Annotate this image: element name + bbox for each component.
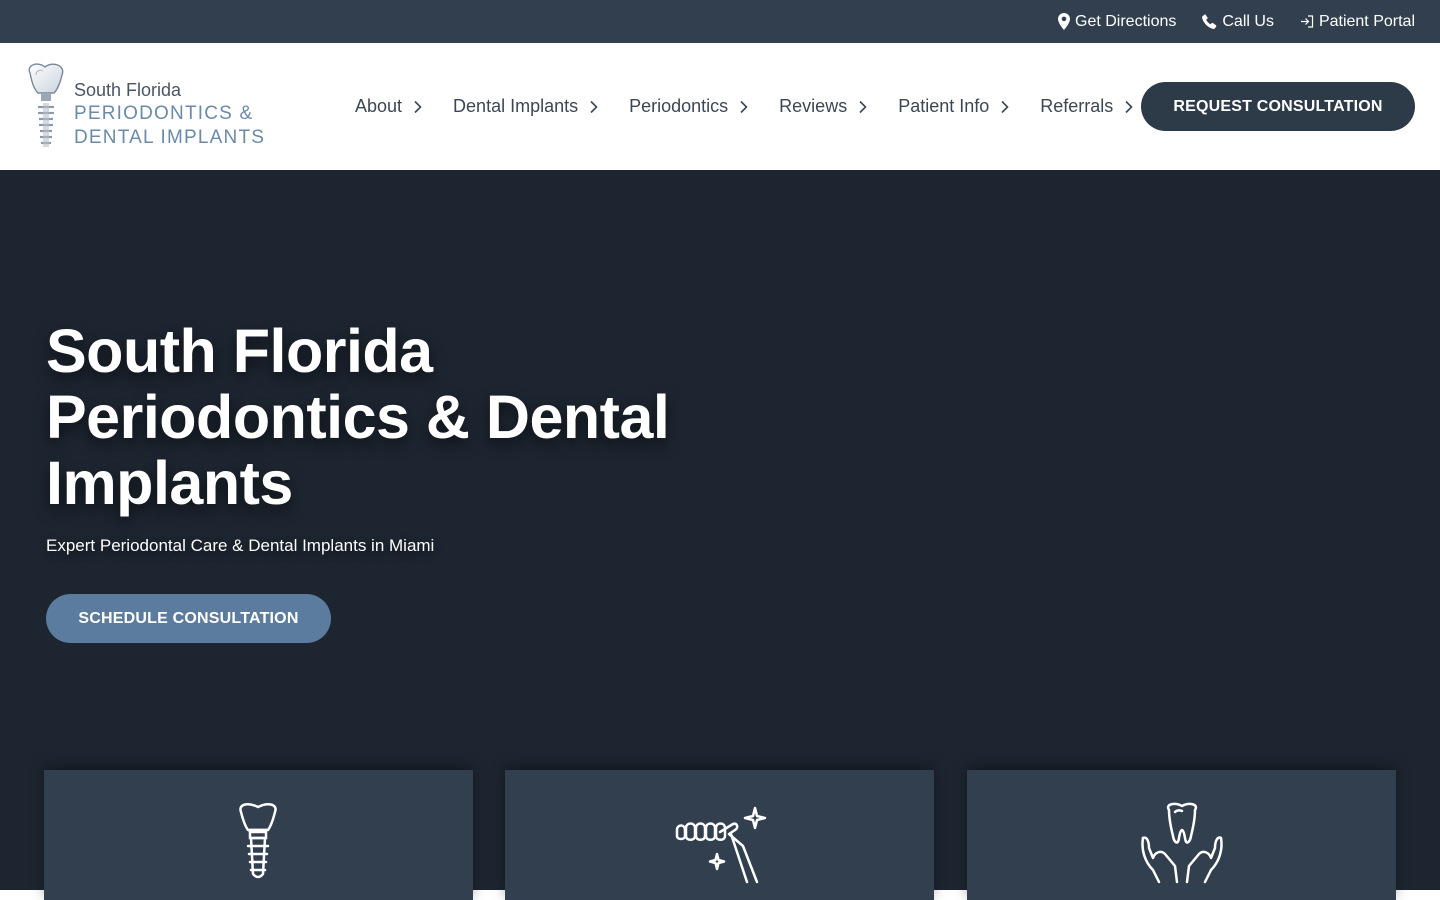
nav-item-label: Periodontics	[629, 96, 729, 116]
call-us-label: Call Us	[1222, 12, 1274, 30]
logo-line-3: DENTAL IMPLANTS	[74, 127, 266, 148]
chevron-right-icon	[590, 100, 598, 113]
dental-implant-logo-icon	[24, 63, 68, 151]
call-us-link[interactable]: Call Us	[1202, 13, 1274, 31]
top-utility-bar: Get Directions Call Us Patient Portal	[0, 0, 1440, 43]
nav-item-label: Reviews	[779, 96, 848, 116]
site-logo[interactable]: South Florida PERIODONTICS & DENTAL IMPL…	[24, 63, 274, 153]
get-directions-label: Get Directions	[1075, 12, 1177, 30]
hands-tooth-care-icon	[1141, 802, 1223, 884]
nav-item-reviews[interactable]: Reviews	[779, 96, 868, 117]
main-nav: About Dental Implants Periodontics Revie…	[355, 43, 1164, 170]
hero-subtitle: Expert Periodontal Care & Dental Implant…	[46, 536, 435, 555]
chevron-right-icon	[414, 100, 422, 113]
nav-item-dental-implants[interactable]: Dental Implants	[453, 96, 599, 117]
map-pin-icon	[1058, 13, 1070, 30]
patient-portal-link[interactable]: Patient Portal	[1300, 13, 1415, 31]
nav-item-label: Referrals	[1040, 96, 1114, 116]
schedule-consultation-button[interactable]: SCHEDULE CONSULTATION	[46, 594, 331, 643]
nav-item-referrals[interactable]: Referrals	[1040, 96, 1134, 117]
nav-item-label: Dental Implants	[453, 96, 579, 116]
chevron-right-icon	[1125, 100, 1133, 113]
top-links: Get Directions Call Us Patient Portal	[1058, 0, 1415, 43]
chevron-right-icon	[740, 100, 748, 113]
patient-portal-label: Patient Portal	[1318, 12, 1415, 30]
service-card-cleaning[interactable]	[505, 770, 934, 900]
site-header: South Florida PERIODONTICS & DENTAL IMPL…	[0, 43, 1440, 170]
service-card-implants[interactable]	[44, 770, 473, 900]
chevron-right-icon	[859, 100, 867, 113]
request-consultation-button[interactable]: REQUEST CONSULTATION	[1141, 82, 1415, 131]
nav-item-periodontics[interactable]: Periodontics	[629, 96, 749, 117]
logo-text: South Florida PERIODONTICS & DENTAL IMPL…	[74, 79, 265, 153]
dental-implant-icon	[239, 803, 277, 879]
nav-item-about[interactable]: About	[355, 96, 423, 117]
logo-line-2: PERIODONTICS &	[74, 103, 254, 124]
hero-title: South Florida Periodontics & Dental Impl…	[46, 317, 670, 517]
nav-item-label: About	[355, 96, 403, 116]
logo-line-1: South Florida	[74, 80, 182, 100]
sign-in-icon	[1300, 15, 1314, 28]
teeth-cleaning-icon	[675, 806, 767, 884]
get-directions-link[interactable]: Get Directions	[1058, 13, 1176, 31]
chevron-right-icon	[1001, 100, 1009, 113]
phone-icon	[1202, 14, 1217, 29]
service-card-gum-care[interactable]	[967, 770, 1396, 900]
nav-item-patient-info[interactable]: Patient Info	[898, 96, 1010, 117]
nav-item-label: Patient Info	[898, 96, 990, 116]
